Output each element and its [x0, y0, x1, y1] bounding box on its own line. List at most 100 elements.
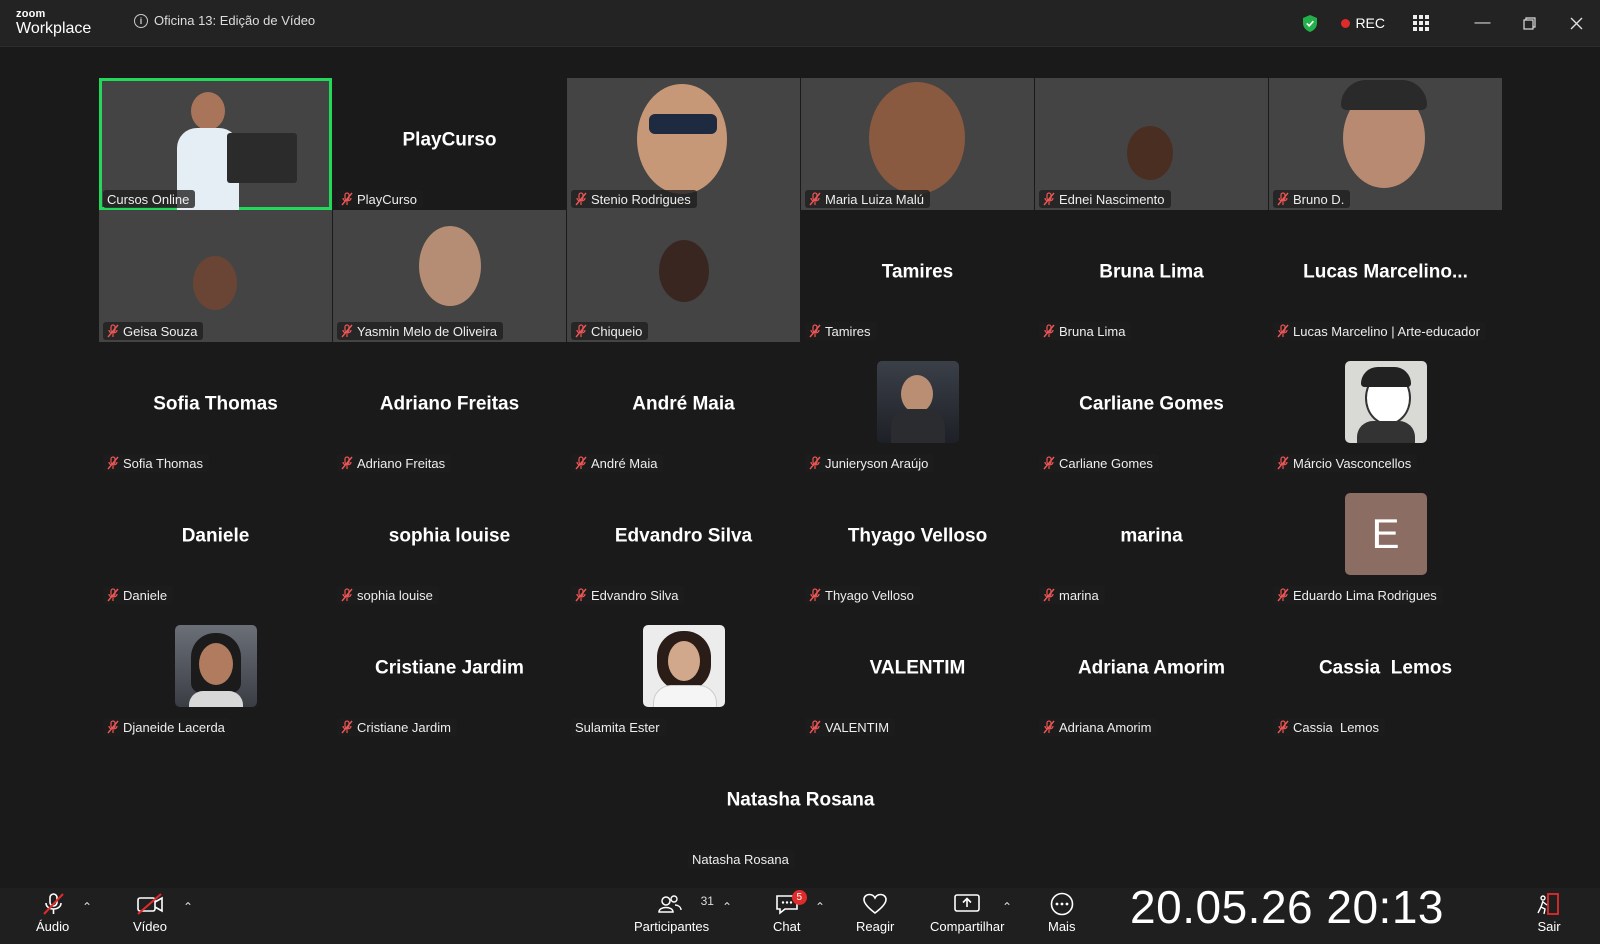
- participant-tile-marina[interactable]: marina marina: [1035, 474, 1268, 606]
- participants-options-caret-icon[interactable]: ⌃: [722, 900, 732, 914]
- participant-tile-stenio-rodrigues[interactable]: Stenio Rodrigues: [567, 78, 800, 210]
- chat-options-caret-icon[interactable]: ⌃: [815, 900, 825, 914]
- react-button[interactable]: Reagir: [856, 892, 894, 934]
- participant-tile-adriana-amorim[interactable]: Adriana Amorim Adriana Amorim: [1035, 606, 1268, 738]
- video-label: Vídeo: [133, 919, 167, 934]
- participant-nametag: marina: [1039, 586, 1105, 604]
- more-icon: [1050, 892, 1074, 916]
- participant-nametag: Stenio Rodrigues: [571, 190, 697, 208]
- participant-tile-edvandro-silva[interactable]: Edvandro Silva Edvandro Silva: [567, 474, 800, 606]
- participant-name: Chiqueio: [591, 323, 643, 339]
- participant-big-name: VALENTIM: [869, 657, 966, 679]
- muted-mic-icon: [809, 588, 821, 602]
- participant-tile-eduardo-lima[interactable]: E Eduardo Lima Rodrigues: [1269, 474, 1502, 606]
- audio-options-caret-icon[interactable]: ⌃: [82, 900, 92, 914]
- participant-tile-tamires[interactable]: Tamires Tamires: [801, 210, 1034, 342]
- participant-big-name: Cassia Lemos: [1318, 657, 1453, 679]
- share-button[interactable]: Compartilhar: [930, 892, 1004, 934]
- chat-button[interactable]: 5 Chat: [773, 890, 807, 934]
- participant-name: sophia louise: [357, 587, 433, 603]
- participant-tile-chiqueio[interactable]: Chiqueio: [567, 210, 800, 342]
- participant-tile-bruno-d[interactable]: Bruno D.: [1269, 78, 1502, 210]
- share-options-caret-icon[interactable]: ⌃: [1002, 900, 1012, 914]
- participant-nametag: Eduardo Lima Rodrigues: [1273, 586, 1443, 604]
- participant-tile-sulamita-ester[interactable]: Sulamita Ester: [567, 606, 800, 738]
- muted-mic-icon: [575, 192, 587, 206]
- participant-tile-maria-luiza[interactable]: Maria Luiza Malú: [801, 78, 1034, 210]
- recording-indicator[interactable]: REC: [1341, 15, 1385, 31]
- muted-mic-icon: [1277, 324, 1289, 338]
- participant-name: Bruno D.: [1293, 191, 1345, 207]
- muted-mic-icon: [1277, 720, 1289, 734]
- participant-tile-lucas-marcelino[interactable]: Lucas Marcelino... Lucas Marcelino | Art…: [1269, 210, 1502, 342]
- participant-nametag: Bruno D.: [1273, 190, 1351, 208]
- participant-big-name: Daniele: [181, 525, 250, 547]
- participant-tile-sofia-thomas[interactable]: Sofia Thomas Sofia Thomas: [99, 342, 332, 474]
- view-grid-icon[interactable]: [1413, 15, 1429, 31]
- participant-tile-junieryson-araujo[interactable]: Junieryson Araújo: [801, 342, 1034, 474]
- participant-name: Ednei Nascimento: [1059, 191, 1165, 207]
- muted-mic-icon: [341, 588, 353, 602]
- participant-tile-bruna-lima[interactable]: Bruna Lima Bruna Lima: [1035, 210, 1268, 342]
- encryption-shield-icon[interactable]: [1303, 14, 1318, 32]
- video-options-caret-icon[interactable]: ⌃: [183, 900, 193, 914]
- participant-name: Sulamita Ester: [575, 719, 660, 735]
- participant-big-name: Carliane Gomes: [1079, 393, 1224, 415]
- participants-button[interactable]: 31 Participantes: [634, 892, 714, 934]
- participant-nametag: Djaneide Lacerda: [103, 718, 231, 736]
- muted-mic-icon: [341, 456, 353, 470]
- date-time-overlay: 20.05.26 20:13: [1130, 881, 1444, 933]
- participant-nametag: Natasha Rosana: [688, 850, 795, 868]
- participant-nametag: Sulamita Ester: [571, 718, 666, 736]
- participant-name: Eduardo Lima Rodrigues: [1293, 587, 1437, 603]
- info-icon[interactable]: i: [134, 13, 148, 28]
- participant-nametag: Cristiane Jardim: [337, 718, 457, 736]
- muted-mic-icon: [1043, 456, 1055, 470]
- participant-tile-daniele[interactable]: Daniele Daniele: [99, 474, 332, 606]
- participant-big-name: André Maia: [632, 393, 735, 415]
- react-label: Reagir: [856, 919, 895, 934]
- restore-button[interactable]: [1506, 0, 1553, 46]
- participant-nametag: Ednei Nascimento: [1039, 190, 1171, 208]
- participant-nametag: Chiqueio: [571, 322, 649, 340]
- title-bar: zoom Workplace i Oficina 13: Edição de V…: [0, 0, 1600, 47]
- muted-mic-icon: [1043, 192, 1055, 206]
- participant-tile-geisa-souza[interactable]: Geisa Souza: [99, 210, 332, 342]
- participant-big-name: Tamires: [881, 261, 954, 283]
- record-dot-icon: [1341, 18, 1351, 28]
- participant-tile-thyago-velloso[interactable]: Thyago Velloso Thyago Velloso: [801, 474, 1034, 606]
- participant-tile-adriano-freitas[interactable]: Adriano Freitas Adriano Freitas: [333, 342, 566, 474]
- participant-tile-cassia-lemos[interactable]: Cassia Lemos Cassia Lemos: [1269, 606, 1502, 738]
- leave-button[interactable]: Sair: [1536, 892, 1562, 934]
- participant-tile-playcurso[interactable]: PlayCurso PlayCurso: [333, 78, 566, 210]
- minimize-button[interactable]: —: [1459, 0, 1506, 46]
- participant-name: Junieryson Araújo: [825, 455, 929, 471]
- participant-tile-valentim[interactable]: VALENTIM VALENTIM: [801, 606, 1034, 738]
- audio-button[interactable]: Áudio: [36, 892, 69, 934]
- participant-tile-ednei-nascimento[interactable]: Ednei Nascimento: [1035, 78, 1268, 210]
- muted-mic-icon: [341, 324, 353, 338]
- share-label: Compartilhar: [930, 919, 1005, 934]
- participant-tile-natasha-rosana[interactable]: Natasha Rosana Natasha Rosana: [684, 738, 917, 870]
- participant-tile-cristiane-jardim[interactable]: Cristiane Jardim Cristiane Jardim: [333, 606, 566, 738]
- participant-tile-cursos-online[interactable]: Cursos Online: [99, 78, 332, 210]
- brand-big: Workplace: [16, 20, 92, 37]
- participant-tile-yasmin-melo[interactable]: Yasmin Melo de Oliveira: [333, 210, 566, 342]
- close-button[interactable]: [1553, 0, 1600, 46]
- chat-label: Chat: [773, 919, 801, 934]
- participant-tile-andre-maia[interactable]: André Maia André Maia: [567, 342, 800, 474]
- participant-nametag: Bruna Lima: [1039, 322, 1132, 340]
- video-button[interactable]: Vídeo: [133, 892, 167, 934]
- chat-unread-badge: 5: [791, 890, 807, 905]
- participant-big-name: Cristiane Jardim: [375, 657, 524, 679]
- muted-mic-icon: [575, 588, 587, 602]
- participant-name: Natasha Rosana: [692, 851, 789, 867]
- participant-tile-marcio-vasconcellos[interactable]: Márcio Vasconcellos: [1269, 342, 1502, 474]
- more-button[interactable]: Mais: [1048, 892, 1075, 934]
- participant-nametag: sophia louise: [337, 586, 439, 604]
- participant-tile-sophia-louise[interactable]: sophia louise sophia louise: [333, 474, 566, 606]
- meeting-info[interactable]: i Oficina 13: Edição de Vídeo: [134, 13, 315, 28]
- participant-tile-djaneide-lacerda[interactable]: Djaneide Lacerda: [99, 606, 332, 738]
- participant-nametag: Junieryson Araújo: [805, 454, 935, 472]
- participant-tile-carliane-gomes[interactable]: Carliane Gomes Carliane Gomes: [1035, 342, 1268, 474]
